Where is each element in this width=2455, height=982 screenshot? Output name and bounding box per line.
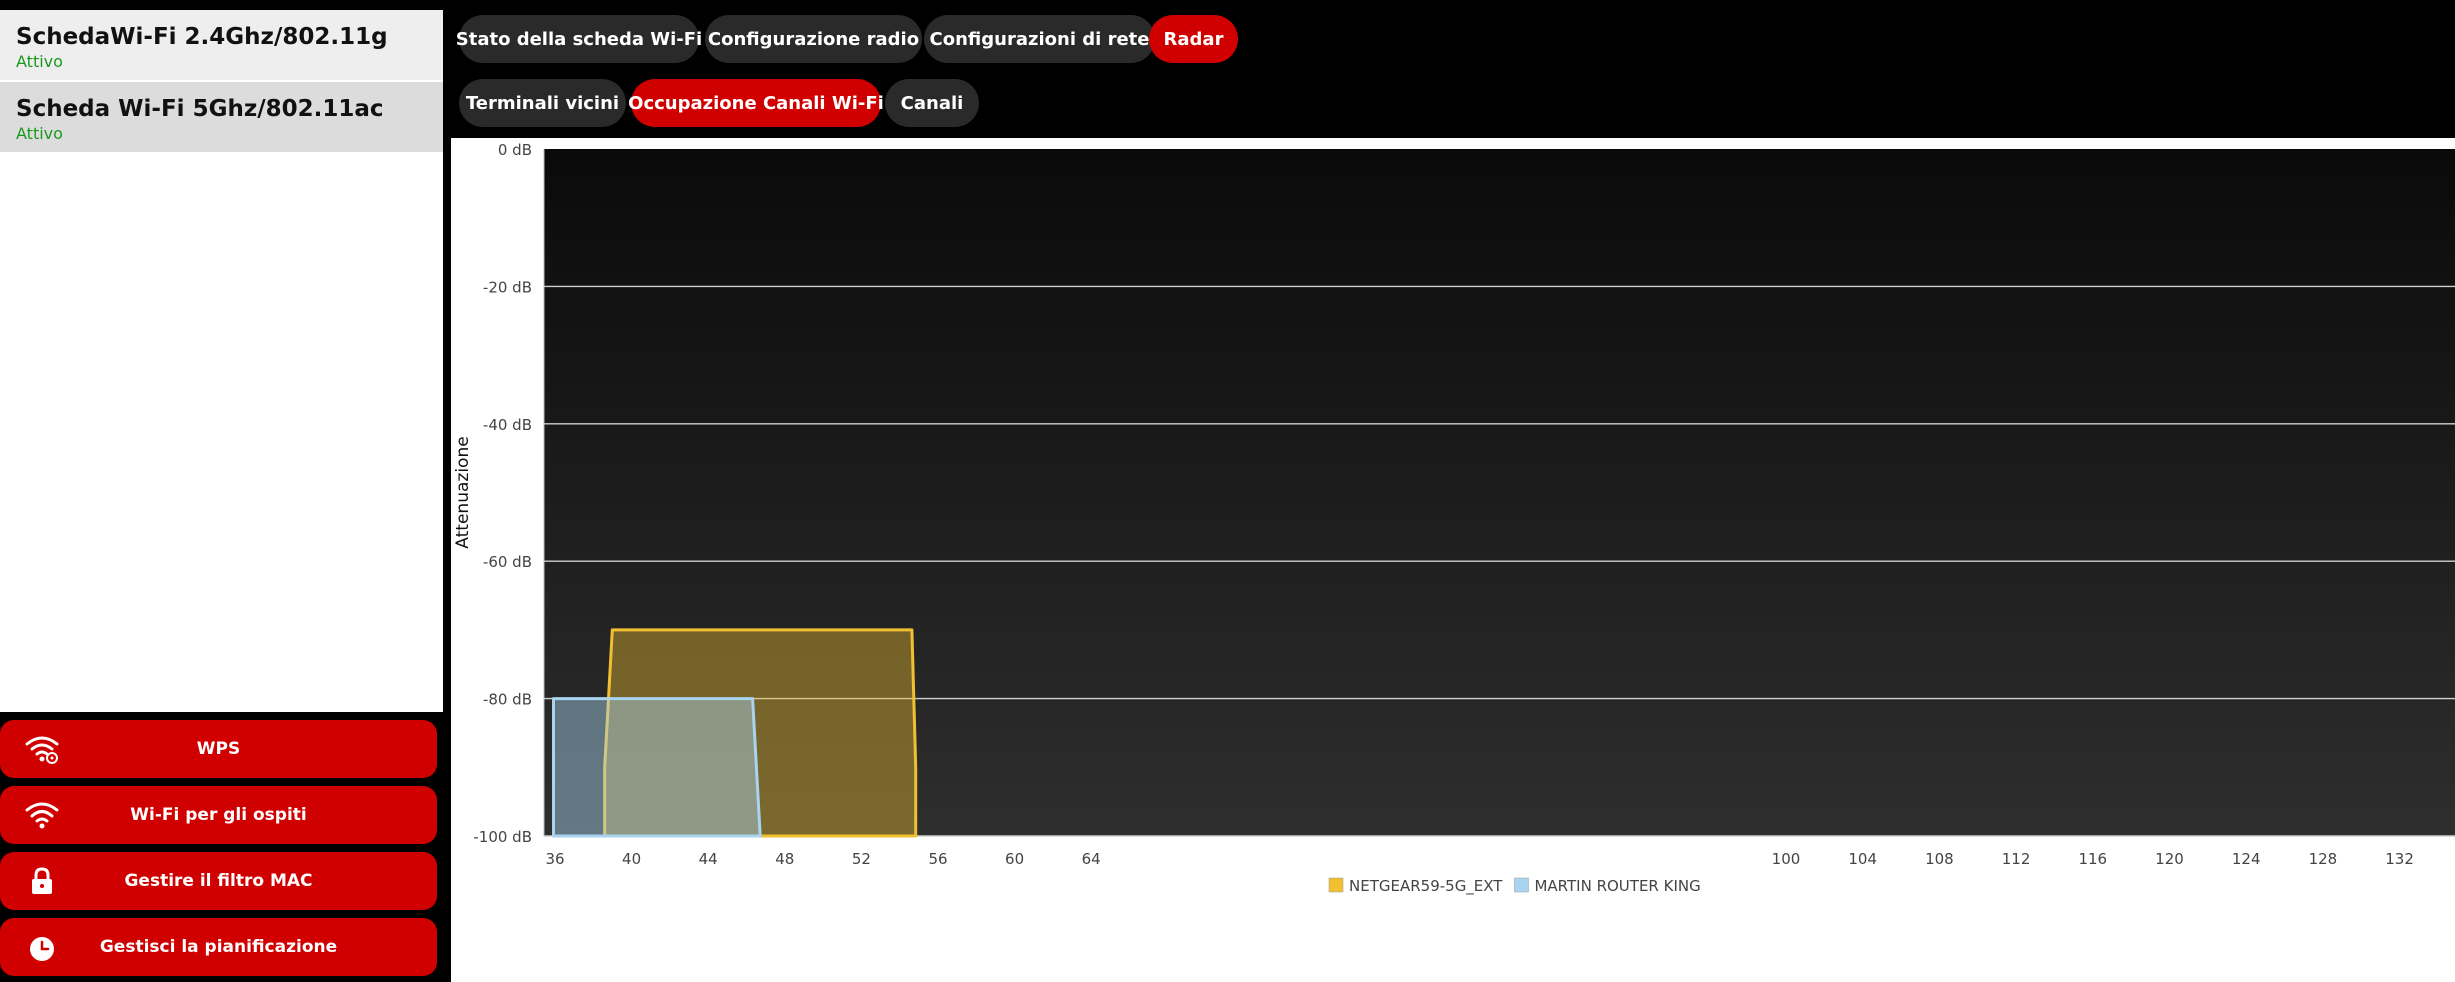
wps-label: WPS [196, 739, 241, 759]
schedule-button[interactable]: Gestisci la pianificazione [0, 918, 437, 976]
x-tick-label: 36 [545, 850, 564, 868]
sidebar: SchedaWi-Fi 2.4Ghz/802.11g Attivo Scheda… [0, 0, 443, 982]
tab-label: Canali [900, 92, 964, 114]
x-tick-label: 48 [775, 850, 794, 868]
clock-icon [30, 937, 54, 961]
x-tick-label: 40 [622, 850, 641, 868]
x-tick-label: 108 [1925, 850, 1954, 868]
tab-label: Terminali vicini [465, 92, 620, 114]
tab-wifi-status[interactable]: Stato della scheda Wi-Fi [455, 15, 703, 63]
legend-swatch [1514, 877, 1529, 893]
chart-svg: 0 dB -20 dB -40 dB -60 dB -80 dB -100 dB Atten… [453, 141, 2455, 896]
x-tick-label: 52 [852, 850, 871, 868]
series-area [552, 697, 762, 838]
legend-label: NETGEAR59-5G_EXT [1349, 877, 1503, 896]
tab-network-config[interactable]: Configurazioni di rete [924, 15, 1155, 63]
y-tick-label: 0 dB [498, 141, 532, 159]
y-tick-label: -20 dB [483, 278, 532, 296]
interface-status: Attivo [16, 124, 63, 143]
x-tick-label: 124 [2232, 850, 2261, 868]
y-tick-label: -100 dB [473, 828, 532, 846]
channel-occupancy-chart: 0 dB -20 dB -40 dB -60 dB -80 dB -100 dB Atten… [451, 138, 2455, 982]
interface-title: Scheda Wi-Fi 5Ghz/802.11ac [16, 96, 384, 122]
y-tick-label: -40 dB [483, 416, 532, 434]
x-tick-label: 116 [2078, 850, 2107, 868]
y-tick-label: -80 dB [483, 691, 532, 709]
tab-radio-config[interactable]: Configurazione radio [705, 15, 922, 63]
x-tick-label: 60 [1005, 850, 1024, 868]
x-tick-label: 44 [699, 850, 718, 868]
tab-label: Stato della scheda Wi-Fi [455, 28, 703, 50]
wps-button[interactable]: WPS [0, 720, 437, 778]
interface-status: Attivo [16, 52, 63, 71]
interface-list: SchedaWi-Fi 2.4Ghz/802.11g Attivo Scheda… [0, 10, 443, 712]
interface-title: SchedaWi-Fi 2.4Ghz/802.11g [16, 24, 388, 50]
tab-label: Radar [1163, 28, 1224, 50]
router-wifi-page: SchedaWi-Fi 2.4Ghz/802.11g Attivo Scheda… [0, 0, 2455, 982]
legend-label: MARTIN ROUTER KING [1534, 877, 1700, 895]
x-tick-label: 132 [2385, 850, 2414, 868]
wifi-settings-icon [25, 736, 59, 764]
tab-nearby-terminals[interactable]: Terminali vicini [459, 79, 626, 127]
x-tick-label: 100 [1772, 850, 1801, 868]
interface-card-5ghz[interactable]: Scheda Wi-Fi 5Ghz/802.11ac Attivo [0, 82, 443, 152]
lock-icon [32, 867, 52, 894]
tab-channel-occupancy[interactable]: Occupazione Canali Wi-Fi [628, 79, 884, 127]
y-axis-label: Attenuazione [453, 436, 473, 548]
x-tick-label: 120 [2155, 850, 2184, 868]
mac-filter-label: Gestire il filtro MAC [124, 871, 313, 891]
main-content: Stato della scheda Wi-Fi Configurazione … [451, 0, 2455, 982]
legend-swatch [1328, 877, 1344, 893]
mac-filter-button[interactable]: Gestire il filtro MAC [0, 852, 437, 910]
tab-radar[interactable]: Radar [1149, 15, 1238, 63]
x-tick-label: 64 [1082, 850, 1101, 868]
tab-channels[interactable]: Canali [885, 79, 979, 127]
x-tick-label: 56 [928, 850, 947, 868]
schedule-label: Gestisci la pianificazione [99, 937, 338, 957]
y-tick-label: -60 dB [483, 553, 532, 571]
x-tick-label: 112 [2002, 850, 2031, 868]
x-tick-label: 104 [1848, 850, 1877, 868]
tab-label: Configurazioni di rete [929, 28, 1150, 50]
guest-wifi-label: Wi-Fi per gli ospiti [130, 805, 307, 825]
interface-card-2ghz[interactable]: SchedaWi-Fi 2.4Ghz/802.11g Attivo [0, 10, 443, 80]
x-tick-label: 128 [2309, 850, 2338, 868]
wifi-icon [25, 802, 59, 829]
tab-label: Occupazione Canali Wi-Fi [628, 92, 884, 114]
tab-label: Configurazione radio [707, 28, 920, 50]
guest-wifi-button[interactable]: Wi-Fi per gli ospiti [0, 786, 437, 844]
